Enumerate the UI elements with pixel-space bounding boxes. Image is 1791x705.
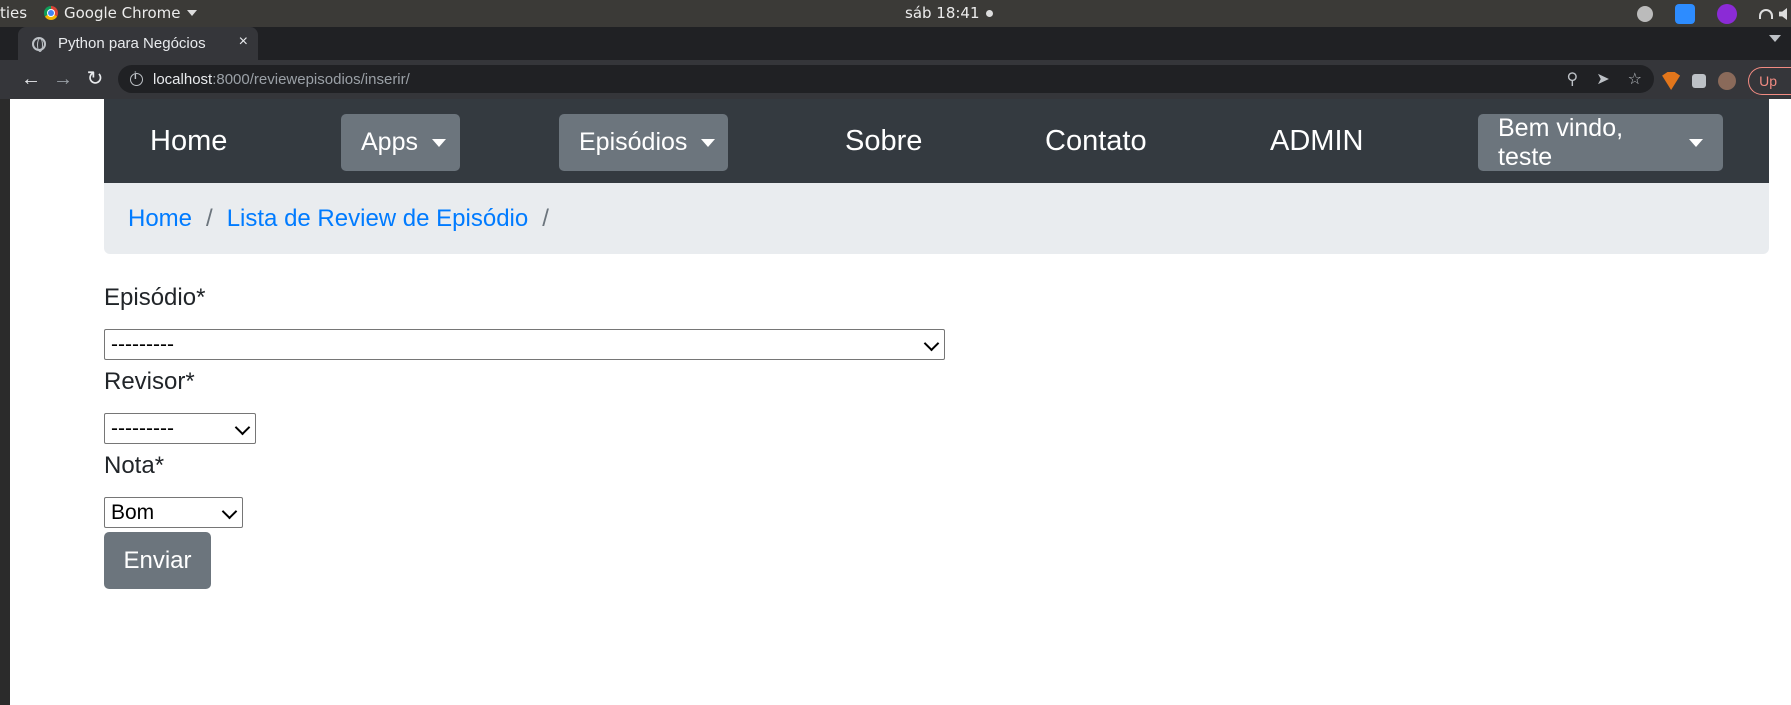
nav-sobre-link[interactable]: Sobre [845, 99, 922, 183]
revisor-label: Revisor* [104, 368, 195, 395]
clock[interactable]: sáb 18:41 [905, 4, 993, 22]
accessibility-icon[interactable] [1637, 6, 1653, 22]
chevron-down-icon [923, 335, 940, 352]
wifi-icon [1759, 9, 1773, 19]
globe-icon [32, 36, 46, 52]
tab-title: Python para Negócios [58, 35, 206, 52]
page-viewport: Home Apps Episódios Sobre Contato ADMIN … [10, 99, 1791, 705]
user-menu-dropdown[interactable]: Bem vindo, teste [1478, 114, 1723, 171]
breadcrumb-separator: / [206, 204, 213, 232]
tab-strip: Python para Negócios × + [0, 27, 1791, 78]
browser-tab[interactable]: Python para Negócios × [18, 27, 258, 60]
submit-button[interactable]: Enviar [104, 532, 211, 589]
chevron-down-icon [234, 419, 251, 436]
extensions-puzzle-icon[interactable] [1692, 74, 1707, 88]
back-button[interactable]: ← [20, 68, 42, 90]
nav-episodios-dropdown[interactable]: Episódios [559, 114, 728, 171]
tab-search-icon[interactable] [1769, 35, 1781, 42]
notification-dot-icon [985, 9, 993, 17]
send-icon[interactable]: ➤ [1596, 69, 1609, 89]
nota-label: Nota* [104, 452, 165, 479]
revisor-select-value: --------- [111, 416, 174, 440]
window-left-edge [0, 99, 10, 705]
app-indicator-icon[interactable] [1717, 4, 1737, 24]
nota-select[interactable]: Bom [104, 497, 243, 528]
reload-button[interactable]: ↻ [84, 68, 106, 90]
zoom-icon[interactable] [1675, 4, 1695, 24]
clock-label: sáb 18:41 [905, 4, 980, 22]
address-bar[interactable]: localhost :8000/reviewepisodios/inserir/… [118, 65, 1654, 93]
browser-toolbar: ← → ↻ localhost :8000/reviewepisodios/in… [0, 60, 1791, 99]
volume-icon [1779, 8, 1787, 20]
episodio-label: Episódio* [104, 284, 206, 311]
site-info-icon[interactable] [130, 71, 143, 86]
extensions-area: Up [1662, 67, 1791, 95]
user-menu-label: Bem vindo, teste [1498, 113, 1624, 171]
omnibox-actions: ⚲ ➤ ☆ [1567, 69, 1642, 89]
nav-episodios-label: Episódios [579, 128, 688, 156]
profile-avatar[interactable] [1718, 72, 1737, 90]
app-menu-label: Google Chrome [64, 4, 181, 22]
episodio-select[interactable]: --------- [104, 329, 945, 360]
site-navbar: Home Apps Episódios Sobre Contato ADMIN … [104, 99, 1769, 183]
episodio-select-value: --------- [111, 332, 174, 356]
caret-down-icon [431, 138, 446, 147]
nav-apps-dropdown[interactable]: Apps [341, 114, 460, 171]
chevron-down-icon [221, 503, 238, 520]
url-host: localhost [153, 70, 213, 88]
nav-home-link[interactable]: Home [150, 99, 227, 183]
zoom-icon[interactable]: ⚲ [1567, 69, 1579, 89]
chrome-icon [44, 6, 58, 20]
nav-admin-link[interactable]: ADMIN [1270, 99, 1363, 183]
nota-select-value: Bom [111, 500, 155, 524]
metamask-icon[interactable] [1662, 72, 1681, 90]
url-path: :8000/reviewepisodios/inserir/ [212, 70, 410, 88]
nav-contato-link[interactable]: Contato [1045, 99, 1147, 183]
chevron-down-icon [186, 10, 197, 16]
caret-down-icon [1689, 138, 1703, 147]
system-tray [1637, 3, 1791, 25]
os-top-panel: ties Google Chrome sáb 18:41 [0, 0, 1791, 27]
activities-button[interactable]: ties [0, 4, 27, 22]
network-volume-group[interactable] [1759, 8, 1787, 20]
breadcrumb-home-link[interactable]: Home [128, 205, 192, 233]
breadcrumb-list-link[interactable]: Lista de Review de Episódio [227, 205, 529, 233]
revisor-select[interactable]: --------- [104, 413, 256, 444]
breadcrumb: Home / Lista de Review de Episódio / [104, 183, 1769, 254]
app-menu[interactable]: Google Chrome [44, 4, 197, 22]
caret-down-icon [701, 138, 716, 147]
bookmark-star-icon[interactable]: ☆ [1628, 69, 1642, 89]
forward-button[interactable]: → [52, 68, 74, 90]
close-tab-button[interactable]: × [239, 33, 248, 51]
update-button[interactable]: Up [1748, 67, 1791, 95]
nav-apps-label: Apps [361, 128, 418, 156]
breadcrumb-separator: / [542, 204, 549, 232]
